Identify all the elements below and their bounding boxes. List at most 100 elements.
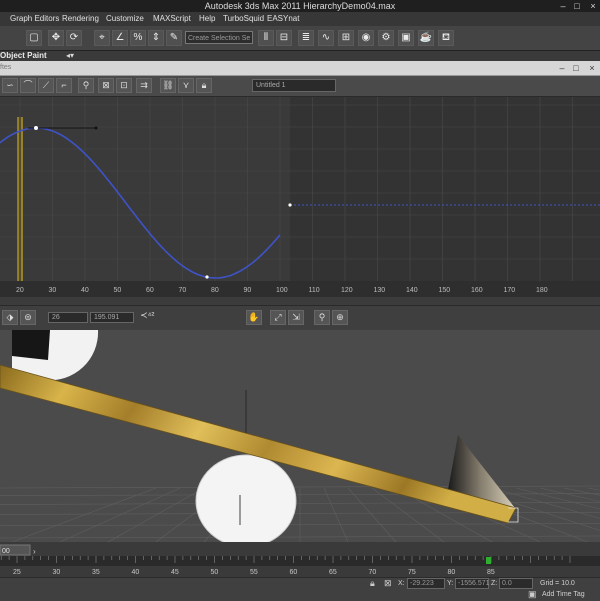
- schematic-view-icon[interactable]: ⊞: [338, 30, 354, 46]
- key-lock-icon[interactable]: 🔒︎: [196, 78, 212, 93]
- key-end[interactable]: [288, 203, 292, 207]
- lock-selection-icon[interactable]: 🔒︎: [370, 578, 375, 589]
- key-stats-icon[interactable]: ⬗: [2, 310, 18, 325]
- material-editor-icon[interactable]: ◉: [358, 30, 374, 46]
- move-icon[interactable]: ✥: [48, 30, 64, 46]
- mirror-icon[interactable]: ⫴: [258, 30, 274, 46]
- keyframe-marker[interactable]: [486, 557, 491, 564]
- rendered-frame-icon[interactable]: ▣: [398, 30, 414, 46]
- menu-turbosquid[interactable]: TurboSquid: [223, 12, 264, 26]
- sphere-shadow: [12, 330, 50, 360]
- ruler-tick-label: 130: [374, 287, 386, 294]
- pan-icon[interactable]: ✋: [246, 310, 262, 325]
- maximize-button[interactable]: □: [570, 0, 584, 12]
- perspective-viewport[interactable]: [0, 330, 600, 542]
- absolute-mode-icon[interactable]: ⊠: [384, 578, 392, 589]
- zoom-icon[interactable]: ⚲: [314, 310, 330, 325]
- close-button[interactable]: ×: [586, 0, 600, 12]
- tangent-step-icon[interactable]: ⌐: [56, 78, 72, 93]
- edit-named-sel-icon[interactable]: ✎: [166, 30, 182, 46]
- menu-easynat[interactable]: EASYnat: [267, 12, 299, 26]
- ruler-tick-label: 180: [536, 287, 548, 294]
- value-scale-icon[interactable]: ≺⁴²: [140, 310, 154, 321]
- ruler-tick-label: 70: [179, 287, 187, 294]
- ruler-tick-label: 50: [114, 287, 122, 294]
- zoom-region-icon[interactable]: ⊕: [332, 310, 348, 325]
- render-active-icon[interactable]: ⛾: [438, 30, 454, 46]
- menu-graph-editors[interactable]: Graph Editors: [10, 12, 59, 26]
- menu-customize[interactable]: Customize: [106, 12, 144, 26]
- ruler-tick-label: 90: [244, 287, 252, 294]
- minimize-button[interactable]: –: [556, 0, 570, 12]
- x-coordinate-field[interactable]: -29.223: [407, 578, 445, 589]
- next-frame-arrow[interactable]: ›: [33, 547, 36, 556]
- ruler-tick-label: 160: [471, 287, 483, 294]
- tangent-spline-icon[interactable]: ⌒: [20, 78, 36, 93]
- timeline-tick-label: 55: [250, 569, 258, 576]
- value-field[interactable]: 195.091: [90, 312, 134, 323]
- lock-tangents-icon[interactable]: ⚲: [78, 78, 94, 93]
- x-label: X:: [398, 580, 405, 587]
- show-tangents-icon[interactable]: ⇉: [136, 78, 152, 93]
- track-sets-icon[interactable]: ⊜: [20, 310, 36, 325]
- window-title-bar: Autodesk 3ds Max 2011 HierarchyDemo04.ma…: [0, 0, 600, 12]
- render-setup-icon[interactable]: ⚙: [378, 30, 394, 46]
- timeline-tick-label: 30: [53, 569, 61, 576]
- add-time-tag-button[interactable]: Add Time Tag: [542, 589, 585, 600]
- show-keys-icon[interactable]: ⊡: [116, 78, 132, 93]
- curve-editor-maximize-button[interactable]: □: [570, 63, 582, 73]
- curve-graph[interactable]: 20 30 40 50 60 70 80 90 100 110 120 130 140 150 160 170…: [0, 97, 600, 297]
- z-coordinate-field[interactable]: 0.0: [499, 578, 533, 589]
- ribbon-options-icon[interactable]: ◂▾: [66, 51, 74, 61]
- ruler-tick-label: 100: [276, 287, 288, 294]
- curve-editor-close-button[interactable]: ×: [586, 63, 598, 73]
- curve-editor-minimize-button[interactable]: –: [556, 63, 568, 73]
- curve-editor-icon[interactable]: ∿: [318, 30, 334, 46]
- snap-frames-icon[interactable]: ⋎: [178, 78, 194, 93]
- ruler-tick-label: 60: [146, 287, 154, 294]
- sphere-object-front[interactable]: [195, 454, 297, 542]
- menu-help[interactable]: Help: [199, 12, 215, 26]
- ruler-tick-label: 120: [341, 287, 353, 294]
- layer-manager-icon[interactable]: ≣: [298, 30, 314, 46]
- menu-maxscript[interactable]: MAXScript: [153, 12, 191, 26]
- ribbon-tab-object-paint[interactable]: Object Paint: [0, 51, 47, 61]
- out-of-range-icon[interactable]: ⊠: [98, 78, 114, 93]
- tangent-end[interactable]: [94, 126, 98, 130]
- menu-bar: Graph Editors Rendering Customize MAXScr…: [0, 12, 600, 27]
- rotate-icon[interactable]: ⟳: [66, 30, 82, 46]
- ruler-tick-label: 170: [504, 287, 516, 294]
- key-top[interactable]: [34, 126, 38, 130]
- grid-size-label: Grid = 10.0: [540, 580, 575, 587]
- tangent-auto-icon[interactable]: ∽: [2, 78, 18, 93]
- percent-snap-icon[interactable]: %: [130, 30, 146, 46]
- zoom-value-extents-icon[interactable]: ⇲: [288, 310, 304, 325]
- track-set-name-field[interactable]: Untitled 1: [252, 79, 336, 92]
- time-tag-icon[interactable]: ▣: [528, 589, 537, 600]
- spinner-snap-icon[interactable]: ⇕: [148, 30, 164, 46]
- menu-rendering[interactable]: Rendering: [62, 12, 99, 26]
- snap-icon[interactable]: ⌖: [94, 30, 110, 46]
- selection-set-dropdown[interactable]: Create Selection Se: [185, 31, 253, 44]
- timeline-tick-label: 35: [92, 569, 100, 576]
- frame-field[interactable]: 26: [48, 312, 88, 323]
- ribbon: Object Paint ◂▾: [0, 51, 600, 61]
- z-label: Z:: [491, 580, 498, 587]
- angle-snap-icon[interactable]: ∠: [112, 30, 128, 46]
- align-icon[interactable]: ⊟: [276, 30, 292, 46]
- select-region-icon[interactable]: ▢: [26, 30, 42, 46]
- timeline-tick-label: 25: [13, 569, 21, 576]
- track-bar[interactable]: [0, 556, 600, 566]
- lock-selection-icon[interactable]: ⛓: [160, 78, 176, 93]
- timeline-tick-label: 60: [290, 569, 298, 576]
- curve-editor-window: ftes – □ × ∽ ⌒ ⟋ ⌐ ⚲ ⊠ ⊡ ⇉ ⛓ ⋎ 🔒︎ Untitl…: [0, 61, 600, 330]
- timeline[interactable]: 00 › 25 30 35 40 45 50 55 60 65 70 75 80 85: [0, 542, 600, 577]
- timeline-tick-label: 65: [329, 569, 337, 576]
- zoom-horizontal-extents-icon[interactable]: ⤢: [270, 310, 286, 325]
- render-icon[interactable]: ☕: [418, 30, 434, 46]
- y-coordinate-field[interactable]: -1556.571: [455, 578, 490, 589]
- tangent-linear-icon[interactable]: ⟋: [38, 78, 54, 93]
- ruler-tick-label: 150: [439, 287, 451, 294]
- key-bottom[interactable]: [205, 275, 209, 279]
- timeline-tick-label: 70: [369, 569, 377, 576]
